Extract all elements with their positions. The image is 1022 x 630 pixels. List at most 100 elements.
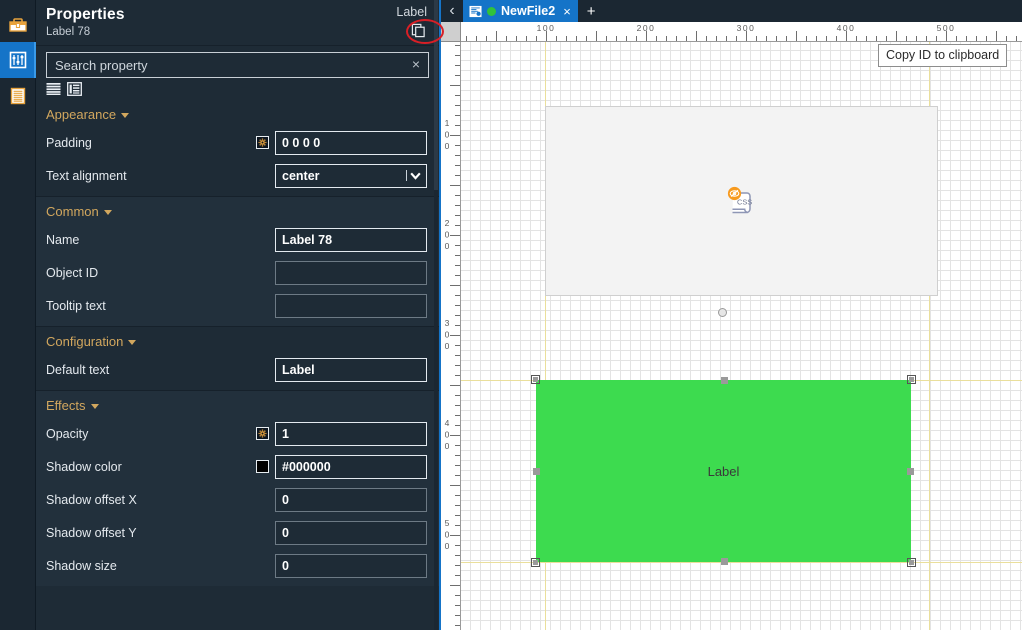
ruler-tick: [916, 36, 917, 41]
section-header-common[interactable]: Common: [36, 197, 439, 223]
tabs-scroll-left-button[interactable]: ‹: [441, 0, 463, 22]
property-value-default-text[interactable]: Label: [275, 357, 427, 382]
ruler-tick: [686, 36, 687, 41]
tab-close-icon[interactable]: ×: [563, 5, 571, 18]
property-value-shadow-offset-x[interactable]: 0: [275, 487, 427, 512]
property-value-shadow-size[interactable]: 0: [275, 553, 427, 578]
property-label: Shadow size: [46, 558, 117, 573]
section-header-appearance[interactable]: Appearance: [36, 100, 439, 126]
ruler-tick: [450, 385, 460, 386]
property-value-text: 1: [282, 426, 289, 441]
property-value-text-alignment[interactable]: center: [275, 163, 427, 188]
css-scroll-hidden-icon: CSS: [722, 181, 762, 221]
vertical-ruler[interactable]: 100 200 300 400 500: [441, 42, 461, 630]
grouped-list-icon[interactable]: [67, 82, 82, 96]
list-document-icon: [10, 87, 25, 105]
ruler-label: 300: [442, 317, 452, 353]
properties-panel: Properties Label 78 Label ×: [36, 0, 441, 630]
ruler-tick: [455, 445, 460, 446]
ruler-tick: [455, 95, 460, 96]
ruler-tick: [626, 36, 627, 41]
property-section-effects: Effects Opacity 1 Shadow color #000000 Shadow…: [36, 390, 439, 586]
ruler-tick: [455, 315, 460, 316]
chevron-down-icon[interactable]: [406, 169, 422, 182]
property-section-configuration: Configuration Default text Label: [36, 326, 439, 390]
resize-handle-nw[interactable]: [531, 375, 540, 384]
sidebar-item-object-list[interactable]: [0, 78, 36, 114]
chevron-down-icon: [90, 404, 99, 409]
ruler-tick: [996, 31, 997, 41]
property-value-shadow-color[interactable]: #000000: [275, 454, 427, 479]
ruler-tick: [455, 65, 460, 66]
label-object[interactable]: Label: [531, 375, 916, 567]
property-value-padding[interactable]: 0 0 0 0: [275, 130, 427, 155]
section-title: Effects: [46, 398, 86, 413]
property-value-shadow-offset-y[interactable]: 0: [275, 520, 427, 545]
sidebar-item-properties[interactable]: [0, 42, 36, 78]
resize-handle-n[interactable]: [720, 377, 728, 384]
section-header-configuration[interactable]: Configuration: [36, 327, 439, 353]
copy-id-button[interactable]: [410, 22, 427, 39]
search-property-box[interactable]: ×: [46, 52, 429, 78]
ruler-tick: [455, 475, 460, 476]
color-swatch[interactable]: [256, 460, 269, 473]
resize-handle-w[interactable]: [533, 468, 540, 475]
ruler-tick: [876, 36, 877, 41]
ruler-tick: [455, 515, 460, 516]
properties-sliders-icon: [9, 51, 26, 69]
resize-handle-s[interactable]: [720, 558, 728, 565]
ruler-tick: [450, 185, 460, 186]
property-value-tooltip-text[interactable]: [275, 293, 427, 318]
property-row: Shadow offset Y 0: [36, 516, 439, 549]
ruler-label: 400: [442, 417, 452, 453]
ruler-corner[interactable]: [441, 22, 461, 42]
binding-gear-icon[interactable]: [256, 136, 269, 149]
flat-list-icon[interactable]: [46, 82, 61, 96]
ruler-tick: [516, 36, 517, 41]
guide-horizontal-bottom[interactable]: [461, 562, 1022, 563]
ruler-tick: [455, 565, 460, 566]
ruler-tick: [1006, 36, 1007, 41]
svg-text:CSS: CSS: [737, 198, 752, 207]
ruler-tick: [776, 36, 777, 41]
ruler-label: 500: [936, 23, 956, 33]
panel-scrollbar[interactable]: [434, 0, 438, 630]
ruler-tick: [906, 36, 907, 41]
ruler-tick: [586, 36, 587, 41]
ruler-tick: [455, 595, 460, 596]
property-value-name[interactable]: Label 78: [275, 227, 427, 252]
tab-modified-dot: [487, 6, 496, 16]
property-value-opacity[interactable]: 1: [275, 421, 427, 446]
resize-handle-e[interactable]: [907, 468, 914, 475]
resize-handle-se[interactable]: [907, 558, 916, 567]
binding-gear-icon[interactable]: [256, 427, 269, 440]
tab-newfile2[interactable]: NewFile2 ×: [463, 0, 578, 22]
new-tab-button[interactable]: +: [578, 4, 605, 19]
ruler-tick: [616, 36, 617, 41]
search-input[interactable]: [47, 57, 408, 73]
property-row: Default text Label: [36, 353, 439, 386]
ruler-tick: [455, 575, 460, 576]
ruler-tick: [455, 255, 460, 256]
ruler-tick: [455, 215, 460, 216]
ruler-tick: [856, 36, 857, 41]
horizontal-ruler[interactable]: 100 200 300 400 500: [461, 22, 1022, 42]
ruler-tick: [866, 36, 867, 41]
ruler-tick: [476, 36, 477, 41]
sidebar-item-toolbox[interactable]: [0, 6, 36, 42]
ruler-tick: [756, 36, 757, 41]
ruler-tick: [455, 245, 460, 246]
ruler-tick: [786, 36, 787, 41]
screen-panel-object[interactable]: CSS: [545, 106, 938, 296]
ruler-tick: [455, 265, 460, 266]
property-row: Shadow color #000000: [36, 450, 439, 483]
resize-handle-sw[interactable]: [531, 558, 540, 567]
resize-handle-ne[interactable]: [907, 375, 916, 384]
section-header-effects[interactable]: Effects: [36, 391, 439, 417]
ruler-tick: [455, 115, 460, 116]
panel-anchor-handle[interactable]: [718, 308, 727, 317]
clear-search-icon[interactable]: ×: [408, 57, 428, 73]
design-canvas[interactable]: CSS Label: [461, 42, 1022, 630]
property-value-object-id[interactable]: [275, 260, 427, 285]
ruler-tick: [966, 36, 967, 41]
